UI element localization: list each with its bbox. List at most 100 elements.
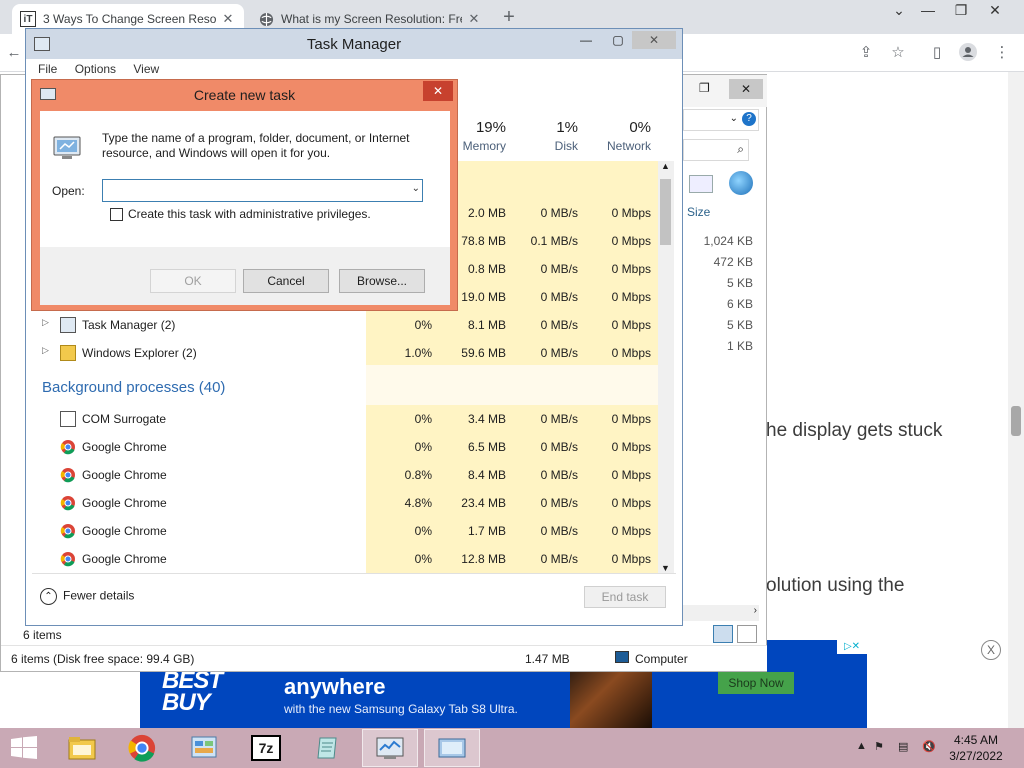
ok-button[interactable]: OK: [150, 269, 236, 293]
network-cell: 0 Mbps: [611, 346, 651, 360]
column-header-disk[interactable]: 1% Disk: [512, 119, 578, 159]
search-field[interactable]: ⌕: [683, 139, 749, 161]
share-icon[interactable]: ⇪: [856, 43, 876, 63]
tab-search-icon[interactable]: ⌄: [884, 2, 914, 19]
disk-cell: 0 MB/s: [540, 262, 578, 276]
close-icon[interactable]: ✕: [729, 79, 763, 99]
side-panel-icon[interactable]: ▯: [927, 43, 947, 63]
volume-muted-icon[interactable]: 🔇: [922, 740, 936, 753]
taskbar-run-dialog[interactable]: [424, 729, 480, 767]
menu-options[interactable]: Options: [75, 62, 116, 76]
open-input[interactable]: ⌄: [102, 179, 423, 202]
dialog-close-button[interactable]: ✕: [423, 81, 453, 101]
column-header-network[interactable]: 0% Network: [585, 119, 651, 159]
admin-privileges-checkbox[interactable]: Create this task with administrative pri…: [110, 207, 371, 222]
menu-kebab-icon[interactable]: ⋮: [992, 43, 1012, 63]
process-name: Google Chrome: [82, 440, 167, 454]
table-row[interactable]: Google Chrome 4.8% 23.4 MB 0 MB/s 0 Mbps: [32, 489, 666, 517]
back-arrow-icon[interactable]: ←: [4, 43, 24, 63]
table-row[interactable]: Google Chrome 0% 6.5 MB 0 MB/s 0 Mbps: [32, 433, 666, 461]
file-explorer-icon: [68, 737, 96, 760]
disk-cell: 0 MB/s: [540, 440, 578, 454]
explorer-statusbar: 6 items (Disk free space: 99.4 GB) 1.47 …: [1, 645, 767, 671]
scroll-up-icon[interactable]: ▲: [661, 161, 670, 171]
table-row[interactable]: ▷ Task Manager (2) 0% 8.1 MB 0 MB/s 0 Mb…: [32, 311, 666, 339]
checkbox-box[interactable]: [110, 208, 123, 222]
background-processes-heading: Background processes (40): [42, 379, 226, 396]
profile-icon[interactable]: [958, 43, 978, 63]
end-task-button[interactable]: End task: [584, 586, 666, 608]
maximize-icon[interactable]: ❐: [699, 81, 710, 95]
horizontal-scrollbar[interactable]: ›: [683, 605, 759, 621]
adchoices-icon[interactable]: ▷✕: [837, 640, 867, 654]
disk-cell: 0 MB/s: [540, 346, 578, 360]
table-row[interactable]: Google Chrome 0% 1.7 MB 0 MB/s 0 Mbps: [32, 517, 666, 545]
table-row[interactable]: Google Chrome 0% 12.8 MB 0 MB/s 0 Mbps: [32, 545, 666, 573]
column-header-size[interactable]: Size: [687, 205, 710, 219]
process-name: Google Chrome: [82, 524, 167, 538]
fewer-details-label: Fewer details: [63, 588, 135, 603]
system-clock[interactable]: 4:45 AM 3/27/2022: [948, 732, 1004, 764]
taskbar-chrome[interactable]: [114, 729, 170, 767]
table-row[interactable]: Google Chrome 0.8% 8.4 MB 0 MB/s 0 Mbps: [32, 461, 666, 489]
network-cell: 0 Mbps: [611, 440, 651, 454]
ad-close-button[interactable]: X: [981, 640, 1001, 660]
new-tab-button[interactable]: +: [498, 7, 520, 29]
process-name: Google Chrome: [82, 552, 167, 566]
restore-button[interactable]: ❐: [946, 2, 976, 19]
browse-button[interactable]: Browse...: [339, 269, 425, 293]
taskbar-notepad[interactable]: [300, 729, 356, 767]
taskbar-task-manager[interactable]: [362, 729, 418, 767]
memory-cell: 59.6 MB: [461, 346, 506, 360]
network-icon[interactable]: ▤: [898, 740, 908, 753]
taskbar-file-explorer[interactable]: [54, 729, 110, 767]
menu-view[interactable]: View: [133, 62, 159, 76]
task-manager-titlebar[interactable]: Task Manager — ▢ ✕: [26, 29, 682, 59]
scroll-down-icon[interactable]: ▼: [661, 563, 670, 573]
taskbar-7zip[interactable]: 7z: [238, 729, 294, 767]
scrollbar-thumb[interactable]: [1011, 406, 1021, 436]
view-pane-icon[interactable]: [689, 175, 713, 193]
tiles-view-icon[interactable]: [737, 625, 757, 643]
dropdown-chevron-icon[interactable]: ⌄: [412, 183, 420, 194]
address-bar[interactable]: ⌄ ?: [683, 109, 759, 131]
taskbar-control-panel[interactable]: [176, 729, 232, 767]
menu-file[interactable]: File: [38, 62, 57, 76]
maximize-button[interactable]: ▢: [604, 31, 632, 49]
expand-chevron-icon[interactable]: ▷: [42, 317, 49, 328]
memory-cell: 23.4 MB: [461, 496, 506, 510]
cpu-cell: 1.0%: [404, 346, 432, 360]
network-globe-icon[interactable]: [729, 171, 753, 195]
process-list-scrollbar[interactable]: ▲ ▼: [658, 161, 674, 573]
page-scrollbar[interactable]: [1008, 72, 1024, 728]
bookmark-star-icon[interactable]: ☆: [888, 43, 908, 63]
close-browser-button[interactable]: ✕: [980, 2, 1010, 19]
file-size: 6 KB: [726, 297, 753, 311]
fewer-details-button[interactable]: ⌃ Fewer details: [40, 588, 134, 605]
file-size: 5 KB: [726, 276, 753, 290]
action-center-flag-icon[interactable]: ⚑: [874, 740, 884, 753]
article-text: he display gets stuck: [766, 420, 943, 441]
open-label: Open:: [52, 184, 85, 198]
close-tab-icon[interactable]: ✕: [466, 11, 482, 27]
cpu-cell: 4.8%: [404, 496, 432, 510]
ad-headline: anywhere: [284, 674, 386, 699]
start-button[interactable]: [0, 729, 48, 767]
expand-chevron-icon[interactable]: ▷: [42, 345, 49, 356]
minimize-button[interactable]: —: [572, 31, 600, 49]
table-row[interactable]: ▷ Windows Explorer (2) 1.0% 59.6 MB 0 MB…: [32, 339, 666, 367]
close-tab-icon[interactable]: ✕: [220, 11, 236, 27]
dropdown-icon[interactable]: ⌄: [730, 113, 738, 124]
cancel-button[interactable]: Cancel: [243, 269, 329, 293]
table-row[interactable]: COM Surrogate 0% 3.4 MB 0 MB/s 0 Mbps: [32, 405, 666, 433]
tab-title: 3 Ways To Change Screen Resolu: [43, 12, 216, 26]
scrollbar-thumb[interactable]: [660, 179, 671, 245]
tray-expand-icon[interactable]: ▲: [856, 740, 867, 752]
disk-cell: 0.1 MB/s: [530, 234, 578, 248]
disk-cell: 0 MB/s: [540, 206, 578, 220]
close-button[interactable]: ✕: [632, 31, 676, 49]
minimize-button[interactable]: —: [913, 2, 943, 18]
shop-now-button[interactable]: Shop Now: [718, 672, 794, 694]
help-icon[interactable]: ?: [742, 112, 756, 126]
details-view-icon[interactable]: [713, 625, 733, 643]
